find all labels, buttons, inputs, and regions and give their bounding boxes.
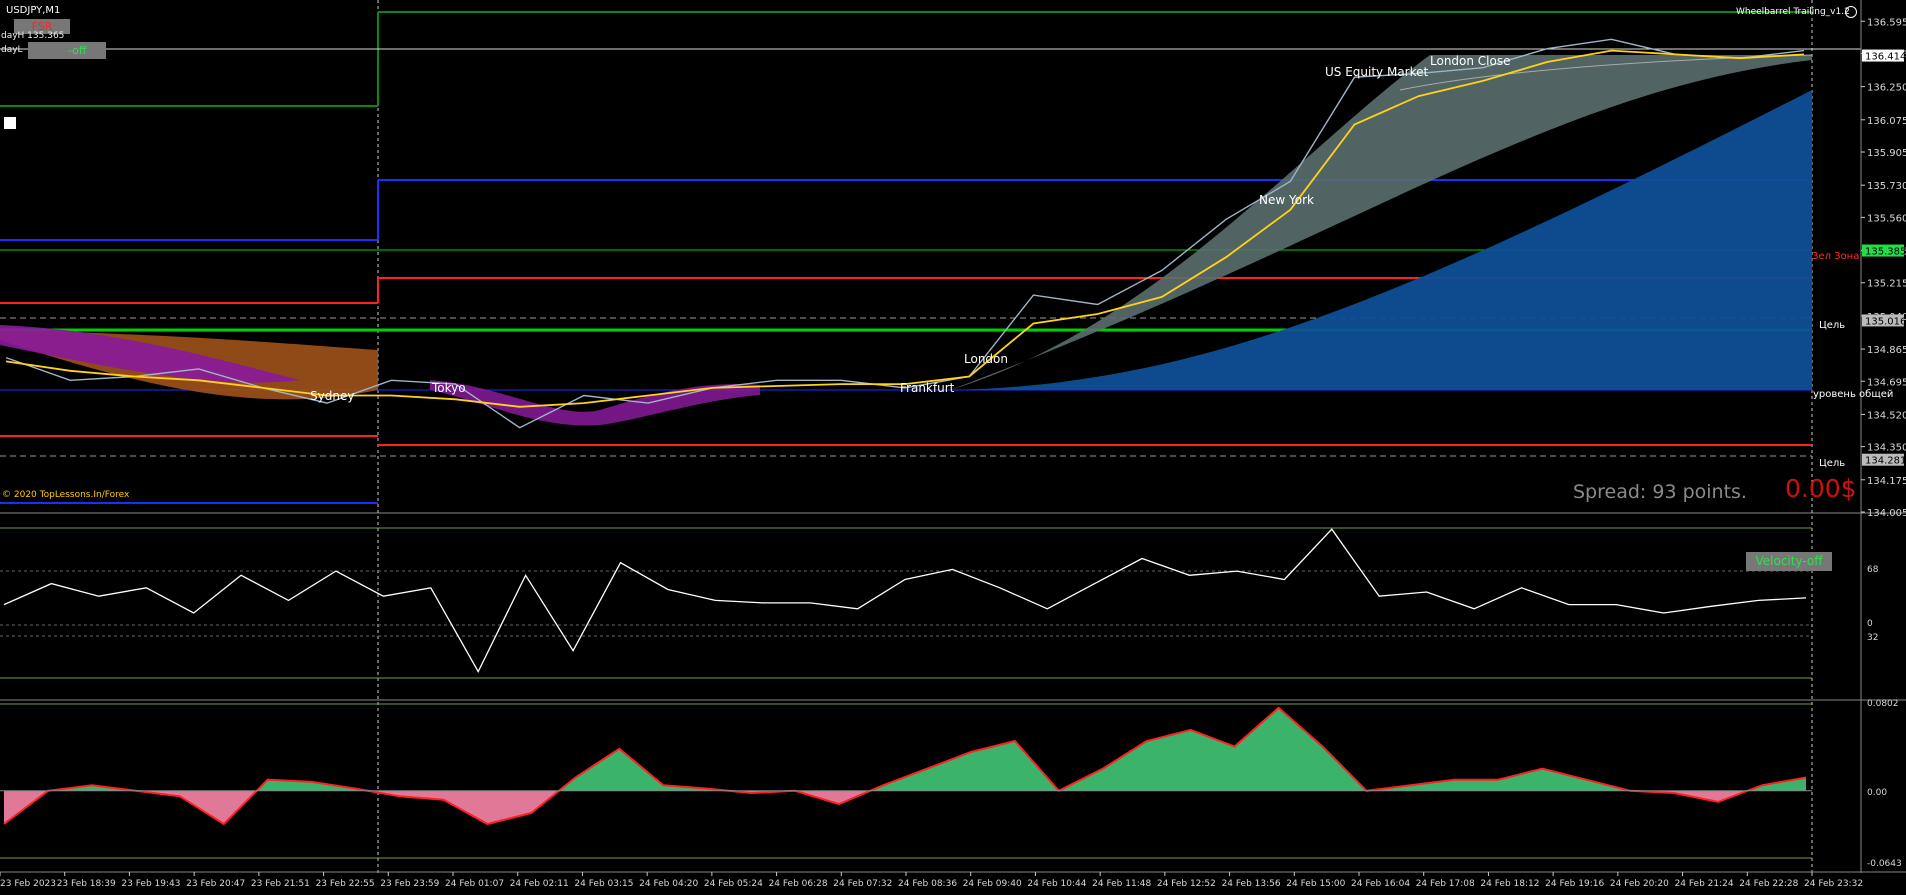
time-tick-label: 24 Feb 07:32 [833,879,892,889]
axis-tick-label: 134.865 [1867,345,1906,356]
copyright-label: © 2020 TopLessons.In/Forex [2,490,130,500]
velocity-tick-label: 0 [1867,619,1873,629]
oscillator-tick-label: 0.00 [1867,788,1887,798]
session-label-new-york: New York [1259,193,1314,207]
time-tick-label: 24 Feb 12:52 [1157,879,1216,889]
time-tick-label: 24 Feb 20:20 [1610,879,1669,889]
session-label-frankfurt: Frankfurt [900,381,955,395]
time-tick-label: 24 Feb 08:36 [898,879,957,889]
axis-tick-label: 135.215 [1867,279,1906,290]
time-tick-label: 24 Feb 03:15 [574,879,633,889]
time-tick-label: 24 Feb 01:07 [445,879,504,889]
session-label-tokyo: Tokyo [432,381,466,395]
session-label-london-close: London Close [1430,54,1511,68]
velocity-tick-label: 68 [1867,565,1879,575]
time-tick-label: 24 Feb 17:08 [1416,879,1475,889]
axis-tick-label: 136.250 [1867,83,1906,94]
checkbox[interactable] [4,117,16,129]
time-tick-label: 24 Feb 05:24 [704,879,763,889]
time-tick-label: 24 Feb 18:12 [1480,879,1539,889]
time-tick-label: 24 Feb 21:24 [1675,879,1734,889]
day-low-label: dayL [1,45,23,55]
level-label-common: уровень общей [1813,389,1894,400]
axis-tick-label: 134.005 [1867,508,1906,519]
time-tick-label: 24 Feb 19:16 [1545,879,1604,889]
time-tick-label: 24 Feb 15:00 [1286,879,1345,889]
axis-tick-label: 134.175 [1867,476,1906,487]
price-tag-label: 134.281 [1865,456,1906,467]
indicator-title: Wheelbarrel Trailing_v1.2 [1736,7,1850,17]
axis-tick-label: 135.560 [1867,213,1906,224]
time-tick-label: 23 Feb 23:59 [380,879,439,889]
time-tick-label: 24 Feb 16:04 [1351,879,1410,889]
time-tick-label: 23 Feb 20:47 [186,879,245,889]
time-tick-label: 23 Feb 22:55 [316,879,375,889]
time-tick-label: 24 Feb 04:20 [639,879,698,889]
trading-chart[interactable]: 136.595136.425136.250136.075135.905135.7… [0,0,1906,895]
panel-toggle-button[interactable]: -off [28,42,106,59]
time-tick-label: 24 Feb 06:28 [769,879,828,889]
axis-tick-label: 134.695 [1867,377,1906,388]
time-tick-label: 24 Feb 02:11 [510,879,569,889]
time-tick-label: 23 Feb 19:43 [121,879,180,889]
price-tag-label: 136.414 [1865,52,1906,63]
level-label-target-upper: Цель [1819,320,1846,331]
day-high-label: dayH 135.365 [1,31,65,41]
price-tag-label: 135.016 [1865,316,1906,327]
time-tick-label: 23 Feb 21:51 [251,879,310,889]
spread-label: Spread: 93 points. [1573,481,1747,503]
time-tick-label: 24 Feb 11:48 [1092,879,1151,889]
session-label-london: London [964,352,1008,366]
axis-tick-label: 136.075 [1867,116,1906,127]
indicator-settings-icon[interactable] [1845,6,1857,18]
symbol-title: USDJPY,M1 [6,5,61,16]
level-label-green-zone: Зел Зона [1812,251,1860,262]
axis-tick-label: 135.905 [1867,148,1906,159]
time-tick-label: 23 Feb 2023 [0,879,56,889]
time-tick-label: 24 Feb 23:32 [1804,879,1863,889]
axis-tick-label: 135.730 [1867,181,1906,192]
time-tick-label: 24 Feb 22:28 [1739,879,1798,889]
level-label-target-lower: Цель [1819,458,1846,469]
session-label-us-equity: US Equity Market [1325,65,1429,79]
time-tick-label: 24 Feb 09:40 [963,879,1022,889]
axis-tick-label: 134.350 [1867,443,1906,454]
price-tag-label: 135.385 [1865,247,1906,258]
time-tick-label: 24 Feb 10:44 [1027,879,1086,889]
velocity-toggle-button[interactable]: Velocity-off [1746,552,1832,571]
time-tick-label: 24 Feb 13:56 [1222,879,1281,889]
oscillator-tick-label: -0.0643 [1867,859,1902,869]
profit-label: 0.00$ [1785,474,1857,503]
axis-tick-label: 134.520 [1867,410,1906,421]
session-label-sydney: Sydney [310,389,355,403]
time-tick-label: 23 Feb 18:39 [57,879,116,889]
axis-tick-label: 136.595 [1867,17,1906,28]
velocity-tick-label: 32 [1867,633,1878,643]
oscillator-tick-label: 0.0802 [1867,699,1899,709]
